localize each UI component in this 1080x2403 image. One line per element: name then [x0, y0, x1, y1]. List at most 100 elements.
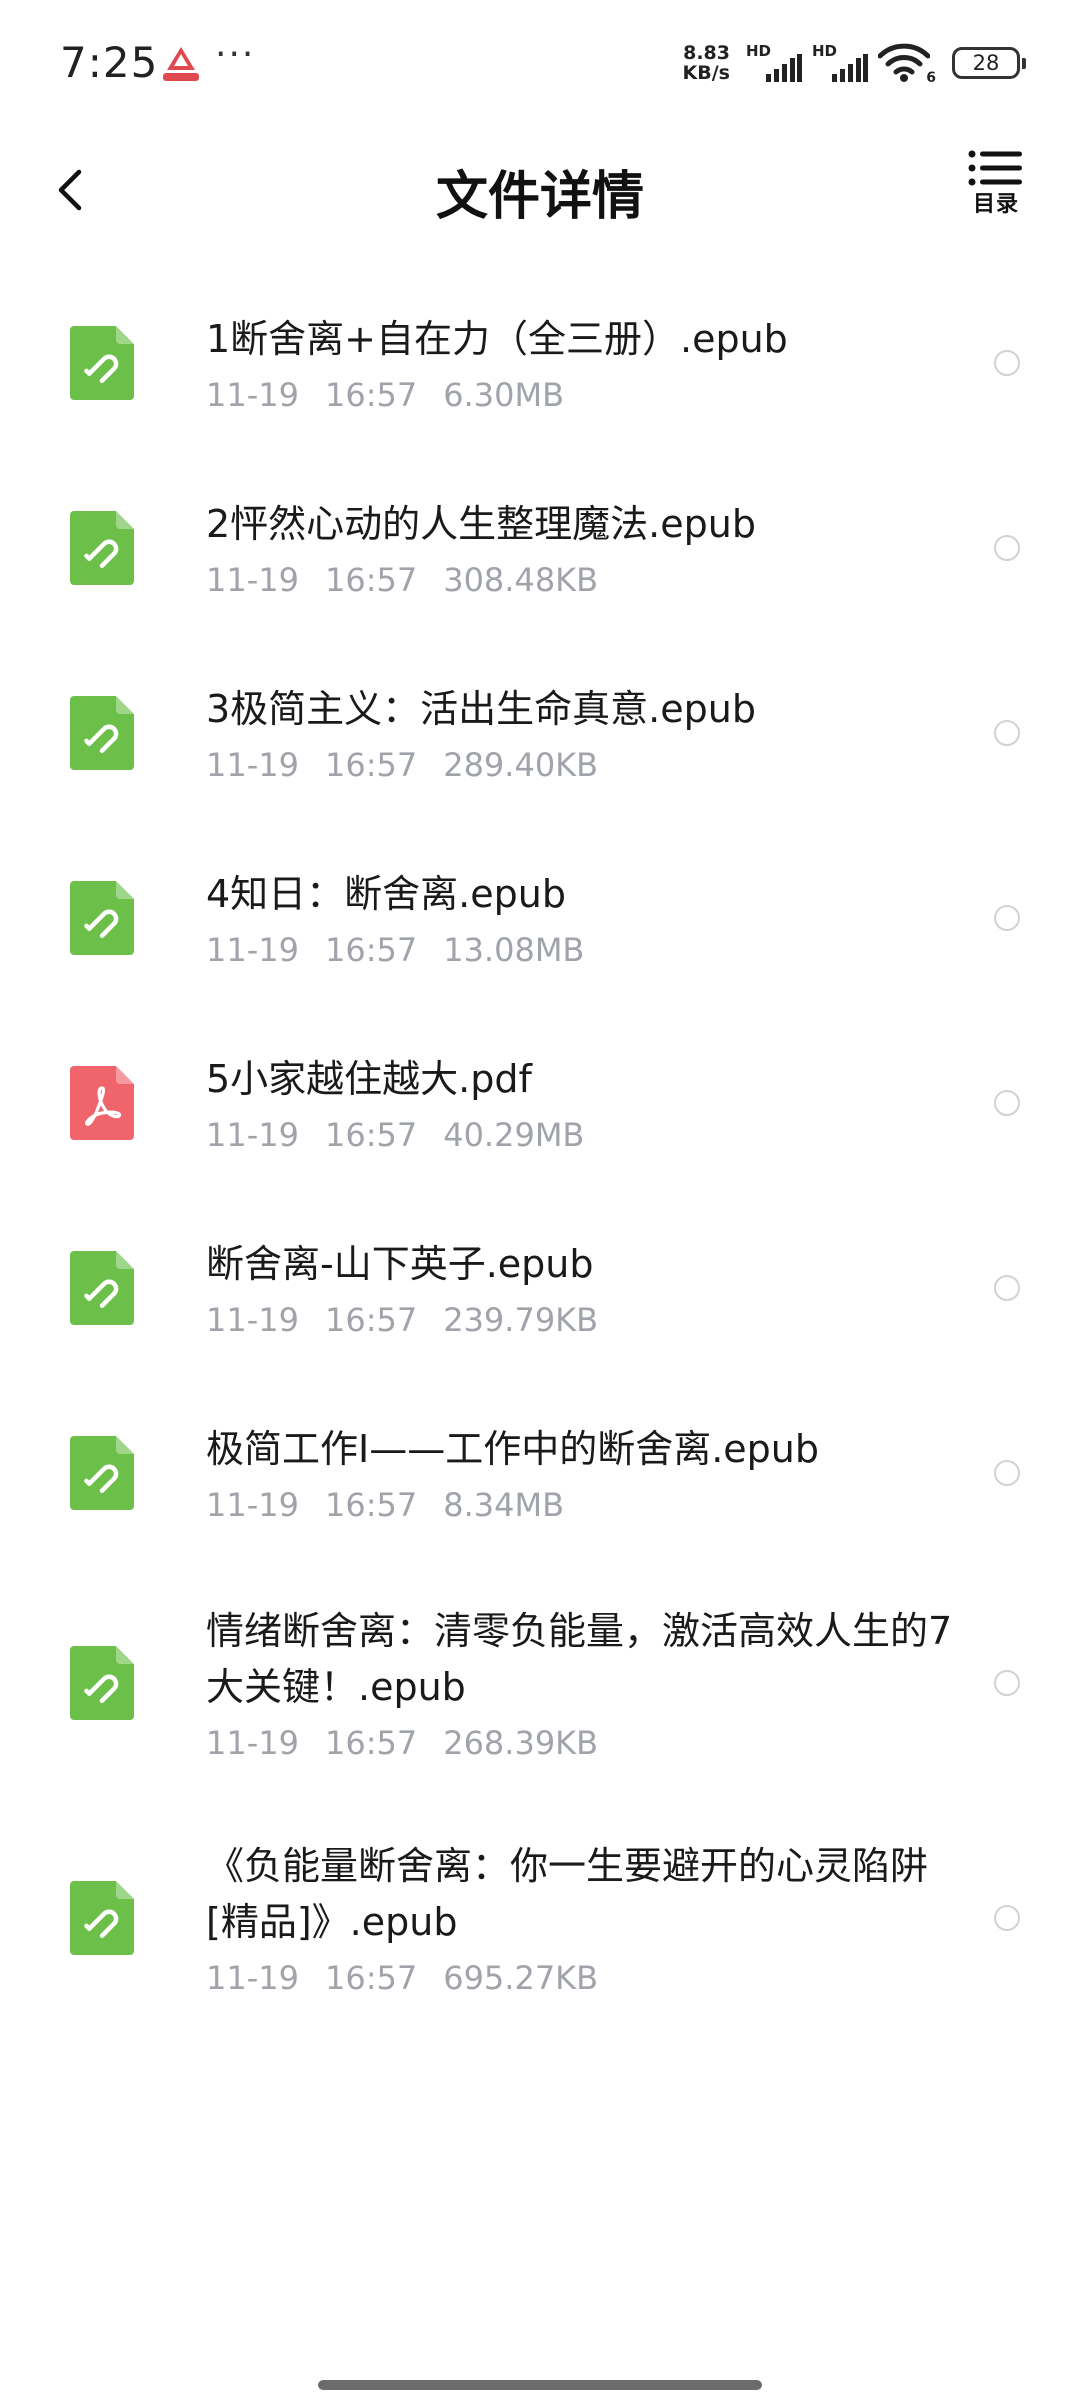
- status-time: 7:25: [60, 38, 159, 87]
- network-speed-value: 8.83: [683, 42, 730, 64]
- list-item[interactable]: 2怦然心动的人生整理魔法.epub 11-19 16:57 308.48KB: [0, 455, 1080, 640]
- wifi-badge: 6: [926, 70, 936, 86]
- file-time: 16:57: [324, 375, 418, 414]
- file-time: 16:57: [324, 1115, 418, 1154]
- file-name: 《负能量断舍离：你一生要避开的心灵陷阱[精品]》.epub: [206, 1843, 929, 1944]
- file-date: 11-19: [206, 1723, 299, 1762]
- toc-button[interactable]: 目录: [956, 150, 1036, 230]
- file-name: 1断舍离+自在力（全三册）.epub: [206, 316, 788, 361]
- file-size: 289.40KB: [443, 745, 599, 784]
- epub-file-icon: [70, 1645, 134, 1720]
- epub-file-icon: [70, 1250, 134, 1325]
- select-radio[interactable]: [994, 1089, 1020, 1116]
- file-size: 8.34MB: [443, 1485, 565, 1524]
- file-name: 4知日：断舍离.epub: [206, 871, 566, 916]
- file-date: 11-19: [206, 1115, 299, 1154]
- app-notification-icon: [158, 44, 204, 84]
- file-meta: 11-19 16:57 268.39KB: [206, 1723, 954, 1763]
- epub-file-icon: [70, 695, 134, 770]
- list-item[interactable]: 极简工作Ⅰ——工作中的断舍离.epub 11-19 16:57 8.34MB: [0, 1380, 1080, 1565]
- file-size: 40.29MB: [443, 1115, 585, 1154]
- file-meta: 11-19 16:57 695.27KB: [206, 1958, 954, 1998]
- file-name: 断舍离-山下英子.epub: [206, 1241, 594, 1286]
- list-icon: [968, 150, 1022, 186]
- network-speed: 8.83 KB/s: [683, 43, 730, 83]
- file-meta: 11-19 16:57 40.29MB: [206, 1115, 954, 1155]
- header: 文件详情 目录: [0, 130, 1080, 250]
- select-radio[interactable]: [994, 534, 1020, 561]
- file-text: 情绪断舍离：清零负能量，激活高效人生的7大关键！.epub 11-19 16:57 2…: [206, 1603, 954, 1763]
- select-radio[interactable]: [994, 1904, 1020, 1931]
- file-time: 16:57: [324, 745, 418, 784]
- page-title: 文件详情: [435, 167, 644, 227]
- status-bar: 7:25 ··· 8.83 KB/s HD HD 6 28: [0, 0, 1080, 130]
- more-notifications-icon: ···: [215, 34, 256, 75]
- file-name: 2怦然心动的人生整理魔法.epub: [206, 501, 756, 546]
- file-date: 11-19: [206, 1485, 299, 1524]
- file-time: 16:57: [324, 1300, 418, 1339]
- file-date: 11-19: [206, 1958, 299, 1997]
- file-size: 13.08MB: [443, 930, 585, 969]
- select-radio[interactable]: [994, 719, 1020, 746]
- file-meta: 11-19 16:57 8.34MB: [206, 1485, 954, 1525]
- file-meta: 11-19 16:57 13.08MB: [206, 930, 954, 970]
- select-radio[interactable]: [994, 1274, 1020, 1301]
- file-text: 2怦然心动的人生整理魔法.epub 11-19 16:57 308.48KB: [206, 496, 954, 600]
- file-text: 4知日：断舍离.epub 11-19 16:57 13.08MB: [206, 866, 954, 970]
- file-size: 308.48KB: [443, 560, 599, 599]
- file-name: 5小家越住越大.pdf: [206, 1056, 532, 1101]
- file-text: 3极简主义：活出生命真意.epub 11-19 16:57 289.40KB: [206, 681, 954, 785]
- select-radio[interactable]: [994, 1669, 1020, 1696]
- file-size: 239.79KB: [443, 1300, 599, 1339]
- file-name: 极简工作Ⅰ——工作中的断舍离.epub: [206, 1426, 819, 1471]
- epub-file-icon: [70, 880, 134, 955]
- list-item[interactable]: 3极简主义：活出生命真意.epub 11-19 16:57 289.40KB: [0, 640, 1080, 825]
- list-item[interactable]: 情绪断舍离：清零负能量，激活高效人生的7大关键！.epub 11-19 16:57 2…: [0, 1565, 1080, 1800]
- home-indicator[interactable]: [318, 2380, 762, 2390]
- file-time: 16:57: [324, 1958, 418, 1997]
- file-size: 268.39KB: [443, 1723, 599, 1762]
- file-text: 《负能量断舍离：你一生要避开的心灵陷阱[精品]》.epub 11-19 16:57 6…: [206, 1838, 954, 1998]
- list-item[interactable]: 《负能量断舍离：你一生要避开的心灵陷阱[精品]》.epub 11-19 16:57 6…: [0, 1800, 1080, 2035]
- list-item[interactable]: 4知日：断舍离.epub 11-19 16:57 13.08MB: [0, 825, 1080, 1010]
- file-meta: 11-19 16:57 239.79KB: [206, 1300, 954, 1340]
- epub-file-icon: [70, 325, 134, 400]
- file-time: 16:57: [324, 560, 418, 599]
- list-item[interactable]: 5小家越住越大.pdf 11-19 16:57 40.29MB: [0, 1010, 1080, 1195]
- epub-file-icon: [70, 1880, 134, 1955]
- epub-file-icon: [70, 1435, 134, 1510]
- file-text: 极简工作Ⅰ——工作中的断舍离.epub 11-19 16:57 8.34MB: [206, 1421, 954, 1525]
- select-radio[interactable]: [994, 904, 1020, 931]
- status-indicators: 8.83 KB/s HD HD 6 28: [683, 40, 1026, 86]
- file-meta: 11-19 16:57 6.30MB: [206, 375, 954, 415]
- select-radio[interactable]: [994, 349, 1020, 376]
- list-item[interactable]: 断舍离-山下英子.epub 11-19 16:57 239.79KB: [0, 1195, 1080, 1380]
- file-meta: 11-19 16:57 289.40KB: [206, 745, 954, 785]
- file-text: 断舍离-山下英子.epub 11-19 16:57 239.79KB: [206, 1236, 954, 1340]
- file-date: 11-19: [206, 1300, 299, 1339]
- file-date: 11-19: [206, 375, 299, 414]
- toc-label: 目录: [972, 192, 1019, 217]
- wifi-icon: 6: [877, 42, 936, 86]
- select-radio[interactable]: [994, 1459, 1020, 1486]
- list-item[interactable]: 1断舍离+自在力（全三册）.epub 11-19 16:57 6.30MB: [0, 270, 1080, 455]
- file-name: 3极简主义：活出生命真意.epub: [206, 686, 756, 731]
- pdf-file-icon: [70, 1065, 134, 1140]
- epub-file-icon: [70, 510, 134, 585]
- file-time: 16:57: [324, 1723, 418, 1762]
- file-size: 695.27KB: [443, 1958, 599, 1997]
- file-text: 5小家越住越大.pdf 11-19 16:57 40.29MB: [206, 1051, 954, 1155]
- battery-icon: 28: [952, 47, 1026, 79]
- file-time: 16:57: [324, 930, 418, 969]
- cellular-signal-icon-2: HD: [812, 42, 868, 84]
- file-size: 6.30MB: [443, 375, 565, 414]
- file-name: 情绪断舍离：清零负能量，激活高效人生的7大关键！.epub: [206, 1608, 953, 1709]
- file-date: 11-19: [206, 930, 299, 969]
- file-meta: 11-19 16:57 308.48KB: [206, 560, 954, 600]
- file-text: 1断舍离+自在力（全三册）.epub 11-19 16:57 6.30MB: [206, 311, 954, 415]
- battery-level: 28: [972, 51, 1000, 75]
- cellular-signal-icon-1: HD: [746, 42, 802, 84]
- file-date: 11-19: [206, 745, 299, 784]
- file-time: 16:57: [324, 1485, 418, 1524]
- network-speed-unit: KB/s: [682, 62, 730, 84]
